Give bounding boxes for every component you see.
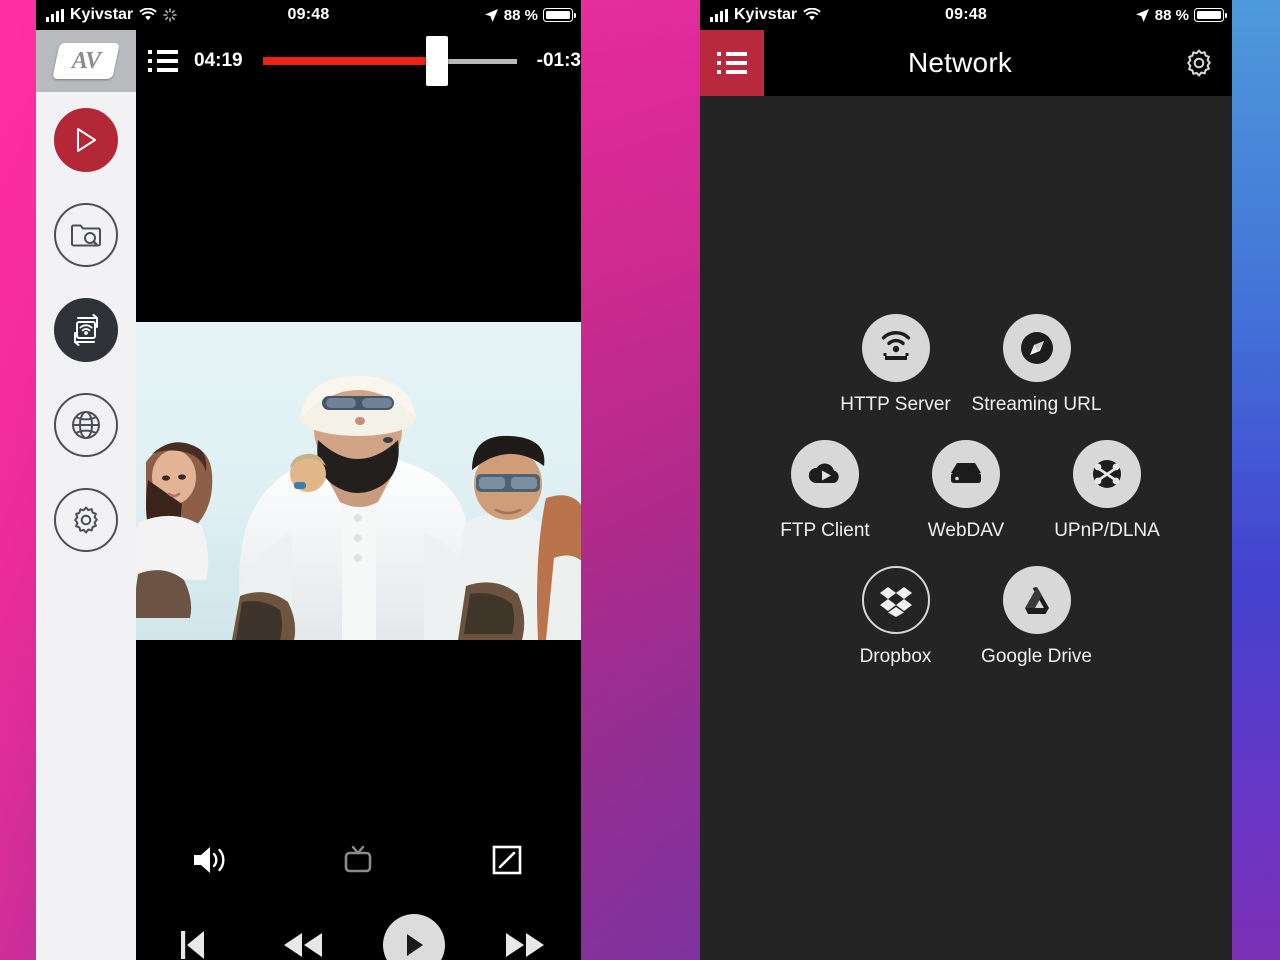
network-row: FTP Client WebDAV UPnP/DLNA xyxy=(700,440,1232,542)
video-frame-image xyxy=(136,322,581,640)
network-navbar: Network xyxy=(700,30,1232,96)
volume-button[interactable] xyxy=(136,843,284,877)
seek-slider[interactable] xyxy=(262,36,517,86)
av-logo-label: AV xyxy=(71,47,101,74)
sidebar-slot-settings xyxy=(36,472,136,567)
player-area: 04:19 -01:3 xyxy=(136,30,581,960)
player-secondary-controls xyxy=(136,820,581,900)
sidebar-slot-browse xyxy=(36,187,136,282)
folder-search-icon xyxy=(71,224,101,246)
service-icon-circle xyxy=(861,566,930,634)
seek-handle[interactable] xyxy=(425,36,448,86)
service-upnp-dlna[interactable]: UPnP/DLNA xyxy=(1037,440,1178,542)
sidebar-item-web[interactable] xyxy=(54,392,118,457)
fast-forward-icon xyxy=(506,933,545,957)
skip-previous-icon xyxy=(180,931,204,959)
service-http-server[interactable]: HTTP Server xyxy=(825,314,966,416)
service-label: Dropbox xyxy=(859,646,932,667)
service-webdav[interactable]: WebDAV xyxy=(896,440,1037,542)
video-surface[interactable] xyxy=(136,322,581,640)
app-logo-header: AV xyxy=(36,30,136,92)
service-ftp-client[interactable]: FTP Client xyxy=(755,440,896,542)
wifi-cast-icon xyxy=(74,313,98,346)
sidebar-slot-play xyxy=(36,92,136,187)
aspect-ratio-icon xyxy=(492,845,522,875)
seek-progress-fill xyxy=(262,57,430,65)
battery-percent-label: 88 % xyxy=(1154,6,1189,24)
wallpaper-right-gradient xyxy=(1232,0,1280,960)
previous-button[interactable] xyxy=(136,928,247,960)
sidebar-item-settings[interactable] xyxy=(54,487,118,552)
battery-icon xyxy=(543,8,576,22)
phone-network-screen: Kyivstar 09:48 88 % Network HTTP Server … xyxy=(700,0,1232,960)
rewind-icon xyxy=(283,933,322,957)
status-bar-right-group: 88 % xyxy=(484,6,576,24)
status-bar-left: Kyivstar 09:48 88 % xyxy=(36,0,581,30)
service-label: FTP Client xyxy=(780,520,870,541)
tv-icon xyxy=(345,845,372,873)
service-label: UPnP/DLNA xyxy=(1054,520,1160,541)
sidebar-slot-web xyxy=(36,377,136,472)
bulleted-list-icon xyxy=(717,52,747,74)
elapsed-time-label: 04:19 xyxy=(194,50,243,71)
page-title: Network xyxy=(907,47,1013,78)
service-label: Google Drive xyxy=(981,646,1092,667)
sidebar-slot-network xyxy=(36,282,136,377)
compass-icon xyxy=(1020,332,1053,364)
google-drive-icon xyxy=(1024,587,1049,614)
service-google-drive[interactable]: Google Drive xyxy=(966,566,1107,668)
speaker-volume-icon xyxy=(194,847,225,873)
service-label: WebDAV xyxy=(927,520,1005,541)
battery-percent-label: 88 % xyxy=(503,6,538,24)
service-icon-circle xyxy=(1002,566,1071,634)
service-icon-circle xyxy=(1073,440,1141,508)
status-bar-right-group: 88 % xyxy=(1135,6,1227,24)
aspect-ratio-button[interactable] xyxy=(433,844,581,876)
location-arrow-icon xyxy=(1135,8,1149,22)
player-sidebar: AV xyxy=(36,30,136,960)
forward-button[interactable] xyxy=(470,930,581,960)
status-bar-right: Kyivstar 09:48 88 % xyxy=(700,0,1232,30)
network-services-grid: HTTP Server Streaming URL FTP Client Web… xyxy=(700,96,1232,668)
gear-icon xyxy=(74,506,98,533)
service-icon-circle xyxy=(932,440,1000,508)
remaining-time-label: -01:3 xyxy=(536,50,581,71)
sidebar-item-browse[interactable] xyxy=(54,202,118,267)
service-icon-circle xyxy=(791,440,859,508)
service-dropbox[interactable]: Dropbox xyxy=(825,566,966,668)
airplay-button[interactable] xyxy=(284,843,432,877)
sidebar-item-play[interactable] xyxy=(54,107,118,172)
service-icon-circle xyxy=(1002,314,1071,382)
network-row: HTTP Server Streaming URL xyxy=(700,314,1232,416)
hard-drive-icon xyxy=(951,463,981,483)
play-icon xyxy=(77,127,96,152)
play-pause-circle xyxy=(383,914,446,960)
gear-icon xyxy=(1187,49,1211,77)
settings-button[interactable] xyxy=(1166,30,1232,96)
globe-icon xyxy=(72,410,100,439)
av-logo: AV xyxy=(52,43,120,79)
player-seek-toolbar: 04:19 -01:3 xyxy=(136,30,581,92)
network-row: Dropbox Google Drive xyxy=(700,566,1232,668)
cloud-play-icon xyxy=(808,463,839,483)
network-content: HTTP Server Streaming URL FTP Client Web… xyxy=(700,96,1232,960)
location-arrow-icon xyxy=(484,8,498,22)
service-label: HTTP Server xyxy=(840,394,951,415)
player-primary-controls xyxy=(136,900,581,960)
wifi-server-icon xyxy=(881,331,910,360)
playlist-icon[interactable] xyxy=(148,50,178,72)
sidebar-item-network[interactable] xyxy=(54,297,118,362)
dropbox-icon xyxy=(879,587,912,617)
battery-icon xyxy=(1194,8,1227,22)
service-streaming-url[interactable]: Streaming URL xyxy=(966,314,1107,416)
network-nodes-icon xyxy=(1093,460,1121,488)
play-icon xyxy=(407,934,424,956)
phone-player-screen: Kyivstar 09:48 88 % AV 04:19 -01:3 xyxy=(36,0,581,960)
menu-button[interactable] xyxy=(700,30,764,96)
play-pause-button[interactable] xyxy=(359,914,470,960)
service-label: Streaming URL xyxy=(971,394,1102,415)
service-icon-circle xyxy=(861,314,930,382)
rewind-button[interactable] xyxy=(247,930,358,960)
